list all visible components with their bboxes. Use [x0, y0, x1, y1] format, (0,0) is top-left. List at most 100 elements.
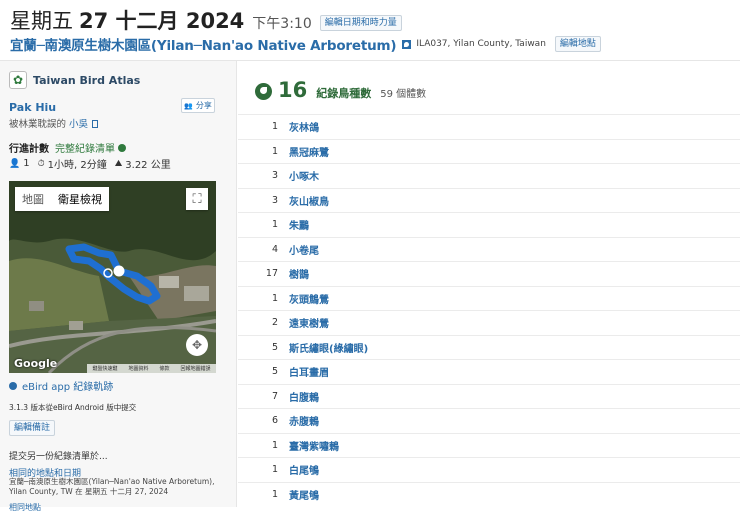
species-row: 3 灰山椒鳥 [238, 187, 740, 213]
observers-stat: 👤 1 [9, 156, 30, 171]
species-count-value: 3 [271, 194, 278, 206]
info-icon [9, 381, 17, 390]
track-map[interactable]: 地圖 衛星檢視 ⛶ ✥ Google 鍵盤快速鍵 地圖資料 條款 回報地圖錯誤 [9, 181, 216, 373]
distance-value: 3.22 公里 [125, 160, 171, 171]
species-name-link[interactable]: 樹鵲 [289, 266, 309, 281]
info-icon[interactable] [118, 143, 126, 152]
species-summary: 16 紀錄鳥種數 59 個體數 [255, 78, 426, 102]
move-control-icon[interactable]: ✥ [186, 334, 208, 356]
tab-map[interactable]: 地圖 [15, 187, 51, 211]
species-name-link[interactable]: 遠東樹鶯 [289, 315, 329, 330]
copy-icon[interactable] [92, 120, 99, 128]
google-logo: Google [14, 357, 58, 370]
species-name-link[interactable]: 灰林鴿 [289, 119, 319, 134]
terms-link[interactable]: 條款 [159, 365, 169, 372]
date-text: 27 十二月 2024 [79, 9, 245, 33]
keyboard-shortcuts-link[interactable]: 鍵盤快速鍵 [92, 365, 117, 372]
map-data-link[interactable]: 地圖資料 [128, 365, 148, 372]
location-meta: ILA037, Yilan County, Taiwan [416, 39, 546, 49]
species-list: 1 灰林鴿 1 黑冠麻鷺 3 小啄木 3 灰山椒鳥 1 朱鸝 4 小卷尾 17 樹鵲 1 灰頭鷦… [238, 114, 740, 506]
species-count-value: 1 [271, 464, 278, 476]
submitted-from: 3.1.3 版本從eBird Android 版中提交 [9, 403, 137, 412]
species-name-link[interactable]: 黃尾鴝 [289, 487, 319, 502]
species-name-link[interactable]: 灰山椒鳥 [289, 193, 329, 208]
portal-badge[interactable]: ✿ Taiwan Bird Atlas [9, 71, 140, 89]
report-error-link[interactable]: 回報地圖錯誤 [180, 365, 210, 372]
protocol-row: 行進計數 完整紀錄清單 [9, 140, 126, 155]
person-icon: 👤 [9, 158, 21, 169]
species-row: 1 黃尾鴝 [238, 481, 740, 507]
species-row: 1 朱鸝 [238, 212, 740, 237]
species-name-link[interactable]: 斯氏繡眼(綠繡眼) [289, 340, 368, 355]
species-row: 1 灰頭鷦鶯 [238, 285, 740, 311]
effort-stats: 👤 1 ⏱ 1小時, 2分鐘 ⛰ 3.22 公里 [9, 156, 179, 171]
species-row: 1 白尾鴝 [238, 457, 740, 482]
map-type-tabs: 地圖 衛星檢視 [15, 187, 109, 211]
sidebar: ✿ Taiwan Bird Atlas Pak Hiu 👥 分享 被林業耽誤的 … [0, 61, 237, 512]
protocol-label: 行進計數 [9, 144, 49, 155]
duration-stat: ⏱ 1小時, 2分鐘 [37, 156, 107, 172]
track-link[interactable]: eBird app 紀錄軌跡 [22, 378, 113, 393]
species-count-value: 1 [271, 121, 278, 133]
species-count-value: 17 [265, 268, 278, 280]
species-name-link[interactable]: 黑冠麻鷺 [289, 144, 329, 159]
duration-value: 1小時, 2分鐘 [47, 160, 107, 171]
same-location-more-link[interactable]: 相同地點 [9, 502, 41, 513]
track-info[interactable]: eBird app 紀錄軌跡 [9, 378, 113, 393]
same-location-desc: 宜蘭─南澳原生樹木園區(Yilan─Nan'ao Native Arboretu… [9, 477, 215, 496]
species-count-value: 1 [271, 292, 278, 304]
species-count-value: 1 [271, 439, 278, 451]
edit-location-button[interactable]: 編輯地點 [554, 36, 601, 52]
shared-by-name[interactable]: 小吳 [69, 119, 88, 130]
submit-another-label: 提交另一份紀錄清單於... [9, 452, 108, 462]
species-row: 1 黑冠麻鷺 [238, 138, 740, 164]
species-count-value: 1 [271, 145, 278, 157]
species-name-link[interactable]: 白尾鴝 [289, 462, 319, 477]
observer-name[interactable]: Pak Hiu [9, 101, 56, 114]
species-count-value: 7 [271, 390, 278, 402]
species-row: 1 臺灣紫嘯鶇 [238, 432, 740, 458]
species-name-link[interactable]: 灰頭鷦鶯 [289, 291, 329, 306]
shared-by: 被林業耽誤的 小吳 [9, 116, 99, 130]
flower-icon: ✿ [9, 71, 27, 89]
complete-checklist-label: 完整紀錄清單 [55, 144, 115, 155]
checklist-header: 星期五 27 十二月 2024 下午3:10 編輯日期和時力量 宜蘭─南澳原生樹… [0, 0, 740, 60]
location-row: 宜蘭─南澳原生樹木園區(Yilan─Nan'ao Native Arboretu… [10, 34, 601, 54]
location-name-link[interactable]: 宜蘭─南澳原生樹木園區(Yilan─Nan'ao Native Arboretu… [10, 34, 397, 54]
species-panel: 16 紀錄鳥種數 59 個體數 1 灰林鴿 1 黑冠麻鷺 3 小啄木 3 灰山椒鳥 1朱… [238, 61, 740, 507]
species-name-link[interactable]: 赤腹鶇 [289, 413, 319, 428]
species-count-value: 1 [271, 488, 278, 500]
species-name-link[interactable]: 朱鸝 [289, 217, 309, 232]
species-row: 17 樹鵲 [238, 261, 740, 286]
clock-icon: ⏱ [37, 158, 45, 169]
species-count-value: 3 [271, 170, 278, 182]
tab-satellite[interactable]: 衛星檢視 [51, 187, 109, 211]
observers-count: 1 [23, 158, 30, 169]
map-attribution: 鍵盤快速鍵 地圖資料 條款 回報地圖錯誤 [87, 364, 216, 373]
people-icon: 👥 [184, 101, 193, 110]
species-name-link[interactable]: 小啄木 [289, 168, 319, 183]
distance-stat: ⛰ 3.22 公里 [114, 156, 171, 172]
share-button[interactable]: 👥 分享 [181, 98, 215, 113]
species-row: 2 遠東樹鶯 [238, 310, 740, 335]
species-label: 紀錄鳥種數 [316, 87, 372, 100]
species-name-link[interactable]: 白耳畫眉 [289, 364, 329, 379]
species-row: 3 小啄木 [238, 163, 740, 188]
map-pin-icon[interactable] [402, 39, 412, 49]
species-name-link[interactable]: 白腹鶇 [289, 389, 319, 404]
bird-icon [255, 83, 272, 100]
share-label: 分享 [195, 101, 212, 110]
individuals-count: 59 個體數 [380, 89, 427, 100]
species-count-value: 4 [271, 243, 278, 255]
species-count-value: 5 [271, 341, 278, 353]
date-row: 星期五 27 十二月 2024 下午3:10 編輯日期和時力量 [10, 5, 402, 35]
species-count-value: 6 [271, 415, 278, 427]
species-name-link[interactable]: 臺灣紫嘯鶇 [289, 438, 339, 453]
species-count-value: 5 [271, 366, 278, 378]
edit-notes-button[interactable]: 編輯備註 [9, 420, 56, 436]
fullscreen-icon[interactable]: ⛶ [186, 188, 208, 210]
species-name-link[interactable]: 小卷尾 [289, 242, 319, 257]
route-icon: ⛰ [114, 158, 123, 169]
species-row: 5 斯氏繡眼(綠繡眼) [238, 334, 740, 360]
edit-date-button[interactable]: 編輯日期和時力量 [319, 15, 402, 31]
